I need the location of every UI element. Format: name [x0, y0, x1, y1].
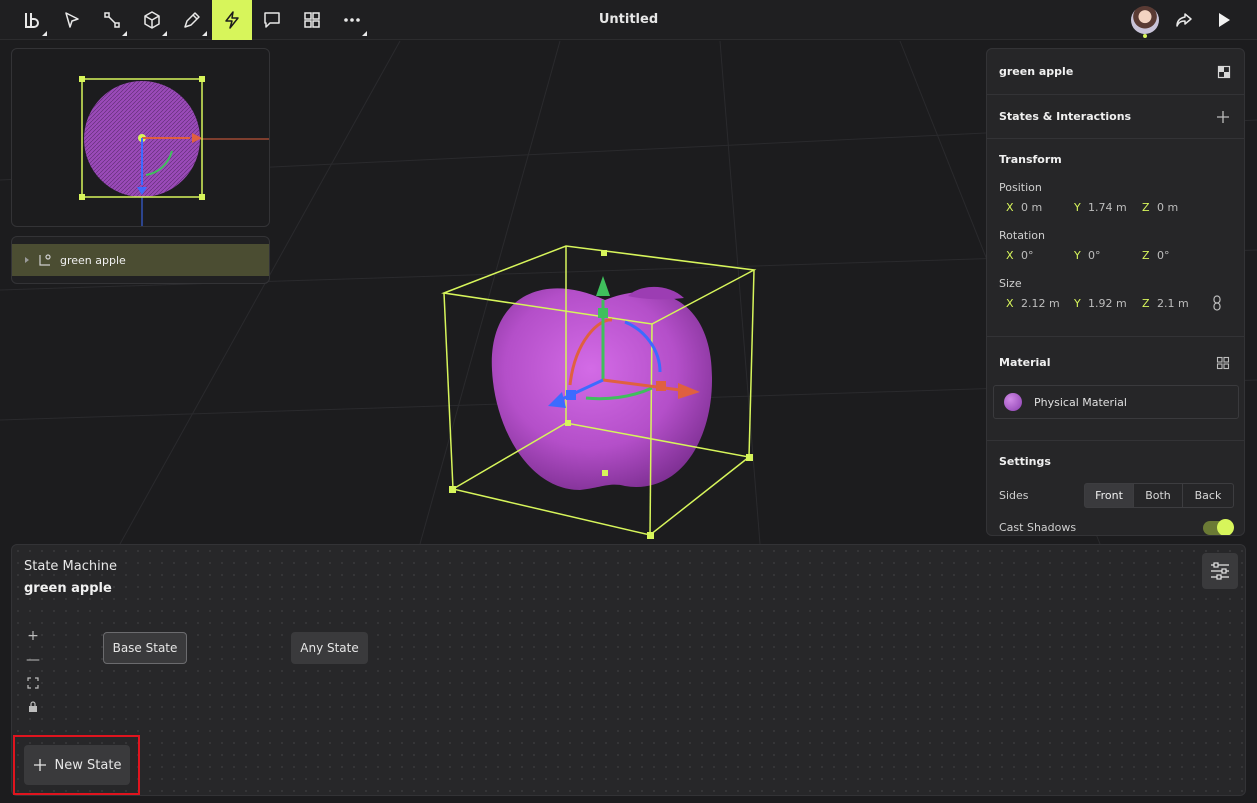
- zoom-out-icon[interactable]: —: [26, 653, 40, 667]
- base-state-node[interactable]: Base State: [103, 632, 187, 664]
- size-x-axis: X: [1006, 297, 1014, 310]
- any-state-node[interactable]: Any State: [291, 632, 368, 664]
- sides-both-button[interactable]: Both: [1133, 483, 1183, 508]
- material-library-icon[interactable]: [1216, 356, 1230, 370]
- document-title[interactable]: Untitled: [0, 12, 1257, 27]
- state-machine-object: green apple: [24, 581, 112, 596]
- sides-back-button[interactable]: Back: [1182, 483, 1234, 508]
- rotation-label: Rotation: [999, 229, 1046, 242]
- position-z-axis: Z: [1142, 201, 1150, 214]
- camera-preview-panel[interactable]: [11, 48, 270, 227]
- transform-section: Transform Position X 0 m Y 1.74 m Z 0 m …: [987, 139, 1244, 337]
- fit-view-icon[interactable]: [26, 677, 40, 691]
- avatar[interactable]: [1131, 6, 1159, 34]
- size-z-field[interactable]: 2.1 m: [1157, 297, 1189, 310]
- state-machine-title: State Machine: [24, 559, 117, 574]
- position-y-field[interactable]: 1.74 m: [1088, 201, 1127, 214]
- size-label: Size: [999, 277, 1022, 290]
- size-y-axis: Y: [1074, 297, 1081, 310]
- top-toolbar: Untitled: [0, 0, 1257, 40]
- rotation-x-field[interactable]: 0°: [1021, 249, 1034, 262]
- size-z-axis: Z: [1142, 297, 1150, 310]
- material-swatch: [1004, 393, 1022, 411]
- object-type-icon[interactable]: [1217, 65, 1231, 79]
- state-machine-settings-button[interactable]: [1202, 553, 1238, 589]
- zoom-in-icon[interactable]: +: [26, 629, 40, 643]
- share-button[interactable]: [1164, 0, 1204, 40]
- scene-outline-panel: green apple: [11, 236, 270, 284]
- position-y-axis: Y: [1074, 201, 1081, 214]
- object-icon: [39, 254, 51, 266]
- state-machine-panel[interactable]: State Machine green apple + — Base State…: [11, 544, 1246, 796]
- outline-item-label: green apple: [60, 253, 126, 267]
- sides-label: Sides: [999, 489, 1029, 502]
- material-item[interactable]: Physical Material: [993, 385, 1239, 419]
- rotation-y-field[interactable]: 0°: [1088, 249, 1101, 262]
- sliders-icon: [1211, 562, 1229, 580]
- play-button[interactable]: [1204, 0, 1244, 40]
- size-y-field[interactable]: 1.92 m: [1088, 297, 1127, 310]
- cast-shadows-toggle[interactable]: [1203, 519, 1234, 535]
- material-name: Physical Material: [1034, 395, 1127, 409]
- position-x-field[interactable]: 0 m: [1021, 201, 1042, 214]
- rotation-z-field[interactable]: 0°: [1157, 249, 1170, 262]
- properties-panel: green apple States & Interactions Transf…: [986, 48, 1245, 536]
- sides-front-button[interactable]: Front: [1084, 483, 1134, 508]
- settings-heading: Settings: [999, 455, 1051, 468]
- share-icon: [1176, 13, 1192, 27]
- lock-icon[interactable]: [26, 701, 40, 715]
- position-z-field[interactable]: 0 m: [1157, 201, 1178, 214]
- size-x-field[interactable]: 2.12 m: [1021, 297, 1060, 310]
- rotation-y-axis: Y: [1074, 249, 1081, 262]
- cast-shadows-label: Cast Shadows: [999, 521, 1077, 534]
- highlight-box: [13, 735, 140, 795]
- material-heading: Material: [999, 356, 1051, 369]
- preview-canvas: [79, 76, 269, 226]
- position-x-axis: X: [1006, 201, 1014, 214]
- object-header-section: green apple: [987, 49, 1244, 95]
- transform-heading: Transform: [999, 153, 1062, 166]
- rotation-x-axis: X: [1006, 249, 1014, 262]
- online-indicator: [1143, 34, 1147, 38]
- outline-item-green-apple[interactable]: green apple: [12, 244, 269, 276]
- object-name[interactable]: green apple: [999, 65, 1073, 78]
- states-interactions-heading: States & Interactions: [999, 110, 1132, 123]
- add-interaction-icon[interactable]: [1216, 110, 1230, 124]
- rotation-z-axis: Z: [1142, 249, 1150, 262]
- link-proportions-icon[interactable]: [1212, 295, 1222, 311]
- states-interactions-section: States & Interactions: [987, 95, 1244, 139]
- position-label: Position: [999, 181, 1042, 194]
- expand-chevron-icon[interactable]: [18, 254, 36, 266]
- play-icon: [1219, 13, 1230, 27]
